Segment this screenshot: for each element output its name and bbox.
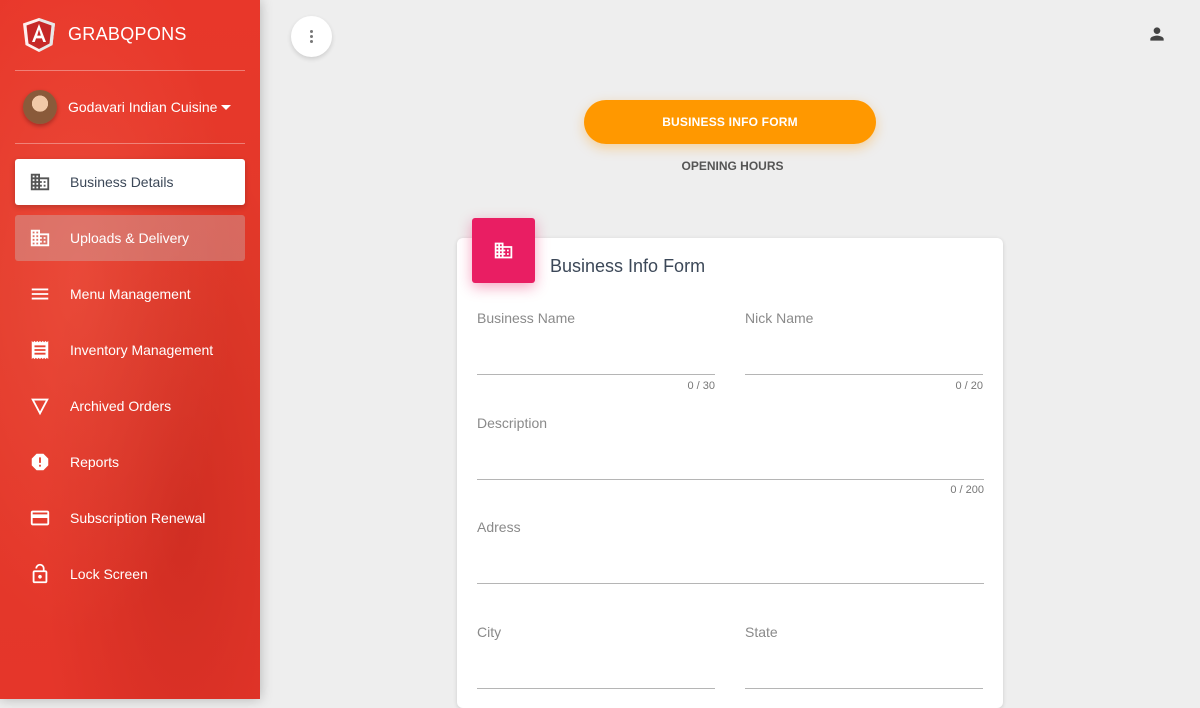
more-vert-icon (310, 35, 313, 38)
input-underline (477, 479, 984, 480)
address-field: Adress (477, 519, 984, 589)
address-label: Adress (477, 519, 521, 535)
receipt-icon (31, 340, 49, 360)
angular-logo-icon (23, 18, 55, 52)
city-label: City (477, 624, 502, 640)
more-vert-icon (310, 30, 313, 33)
description-label: Description (477, 415, 548, 431)
avatar (23, 90, 57, 124)
sidebar-item-label: Lock Screen (70, 566, 148, 582)
input-underline (477, 374, 715, 375)
input-underline (745, 688, 983, 689)
nick-name-input[interactable] (745, 350, 983, 372)
sidebar-item-label: Uploads & Delivery (70, 230, 190, 246)
alert-icon (31, 453, 49, 471)
state-field: State (745, 624, 983, 694)
lock-icon (32, 563, 48, 584)
sidebar-item-menu-management[interactable]: Menu Management (15, 271, 245, 317)
sidebar-item-label: Archived Orders (70, 398, 172, 414)
sidebar-item-label: Subscription Renewal (70, 510, 206, 526)
city-input[interactable] (477, 664, 715, 686)
description-field: Description 0 / 200 (477, 415, 984, 499)
building-icon (494, 242, 513, 259)
address-input[interactable] (477, 559, 984, 581)
sidebar-item-business-details[interactable]: Business Details (15, 159, 245, 205)
sidebar-item-label: Menu Management (70, 286, 191, 302)
caret-down-icon (221, 105, 231, 110)
sidebar-item-lock-screen[interactable]: Lock Screen (15, 551, 245, 597)
sidebar-item-label: Reports (70, 454, 120, 470)
credit-card-icon (30, 510, 50, 526)
sidebar-item-archived-orders[interactable]: Archived Orders (15, 383, 245, 429)
building-icon (30, 229, 50, 247)
tab-opening-hours[interactable]: OPENING HOURS (584, 156, 881, 176)
sidebar: GRABQPONS Godavari Indian Cuisine Busine… (0, 0, 260, 699)
nick-name-field: Nick Name 0 / 20 (745, 310, 983, 394)
sidebar-item-subscription-renewal[interactable]: Subscription Renewal (15, 495, 245, 541)
building-icon (30, 173, 50, 191)
sidebar-item-inventory-management[interactable]: Inventory Management (15, 327, 245, 373)
business-name-label: Business Name (477, 310, 576, 326)
more-options-button[interactable] (291, 16, 332, 57)
description-input[interactable] (477, 455, 984, 477)
sidebar-nav: Business Details Uploads & Delivery Menu… (15, 159, 245, 607)
user-name: Godavari Indian Cuisine (68, 99, 218, 115)
sidebar-item-label: Business Details (70, 174, 174, 190)
sidebar-item-label: Inventory Management (70, 342, 214, 358)
char-counter: 0 / 20 (955, 380, 983, 392)
input-underline (477, 583, 984, 584)
state-input[interactable] (745, 664, 983, 686)
state-label: State (745, 624, 778, 640)
triangle-down-icon (31, 398, 49, 416)
card-header-icon (472, 218, 535, 283)
menu-lines-icon (31, 288, 49, 300)
more-vert-icon (310, 40, 313, 43)
char-counter: 0 / 200 (950, 484, 984, 496)
person-icon[interactable] (1147, 24, 1167, 44)
brand-name: GRABQPONS (68, 24, 187, 44)
city-field: City (477, 624, 715, 694)
input-underline (745, 374, 983, 375)
sidebar-item-uploads-delivery[interactable]: Uploads & Delivery (15, 215, 245, 261)
nick-name-label: Nick Name (745, 310, 814, 326)
input-underline (477, 688, 715, 689)
brand-header[interactable]: GRABQPONS (15, 0, 245, 71)
business-name-field: Business Name 0 / 30 (477, 310, 715, 394)
char-counter: 0 / 30 (687, 380, 715, 392)
form-title: Business Info Form (550, 256, 706, 276)
user-profile[interactable]: Godavari Indian Cuisine (15, 71, 245, 144)
tab-business-info-form[interactable]: BUSINESS INFO FORM (584, 100, 876, 144)
sidebar-item-reports[interactable]: Reports (15, 439, 245, 485)
business-name-input[interactable] (477, 350, 715, 372)
